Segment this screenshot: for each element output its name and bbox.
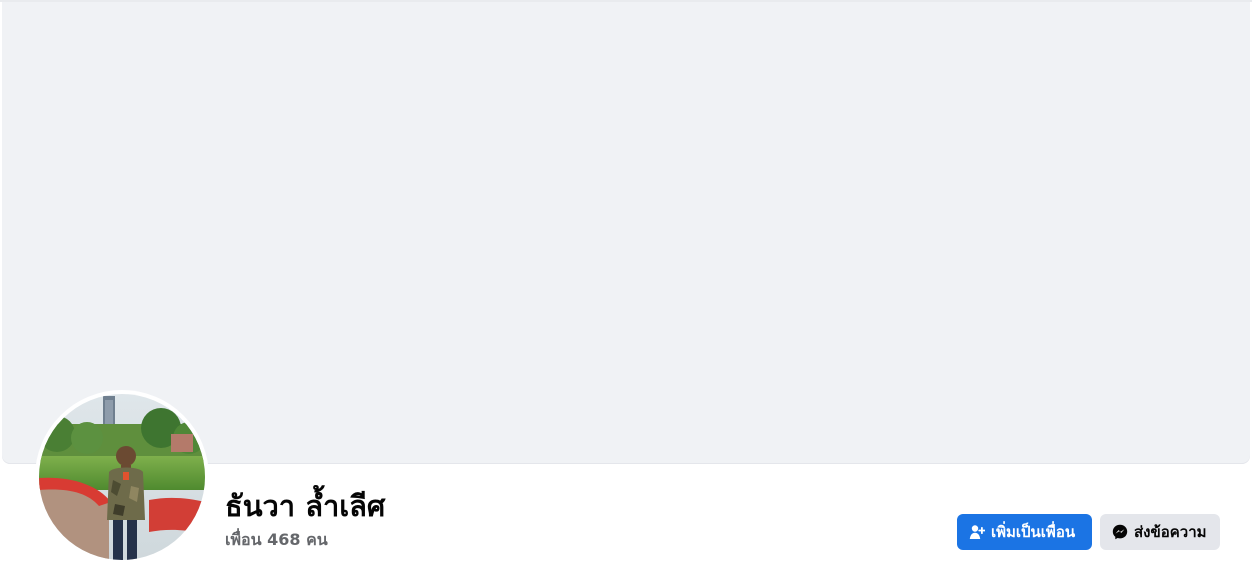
add-friend-icon xyxy=(969,524,985,540)
add-friend-button[interactable]: เพิ่มเป็นเพื่อน xyxy=(957,514,1092,550)
cover-photo-area[interactable] xyxy=(2,2,1250,464)
message-button[interactable]: ส่งข้อความ xyxy=(1100,514,1220,550)
profile-header: ธันวา ล้ำเลีศ เพื่อน 468 คน เพิ่มเป็นเพื… xyxy=(0,0,1252,581)
profile-name: ธันวา ล้ำเลีศ xyxy=(225,489,386,523)
message-label: ส่งข้อความ xyxy=(1134,523,1207,541)
messenger-icon xyxy=(1112,524,1128,540)
profile-picture xyxy=(39,394,205,560)
profile-picture-frame[interactable] xyxy=(35,390,209,564)
add-friend-label: เพิ่มเป็นเพื่อน xyxy=(991,523,1076,541)
friends-count[interactable]: เพื่อน 468 คน xyxy=(225,529,328,551)
